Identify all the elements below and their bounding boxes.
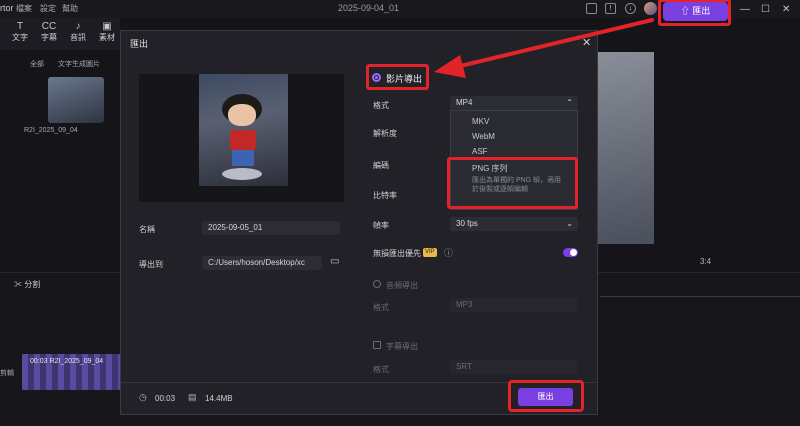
arrow-shaft [450, 18, 654, 70]
annotation-arrow [434, 18, 654, 78]
arrow-head [434, 55, 466, 78]
